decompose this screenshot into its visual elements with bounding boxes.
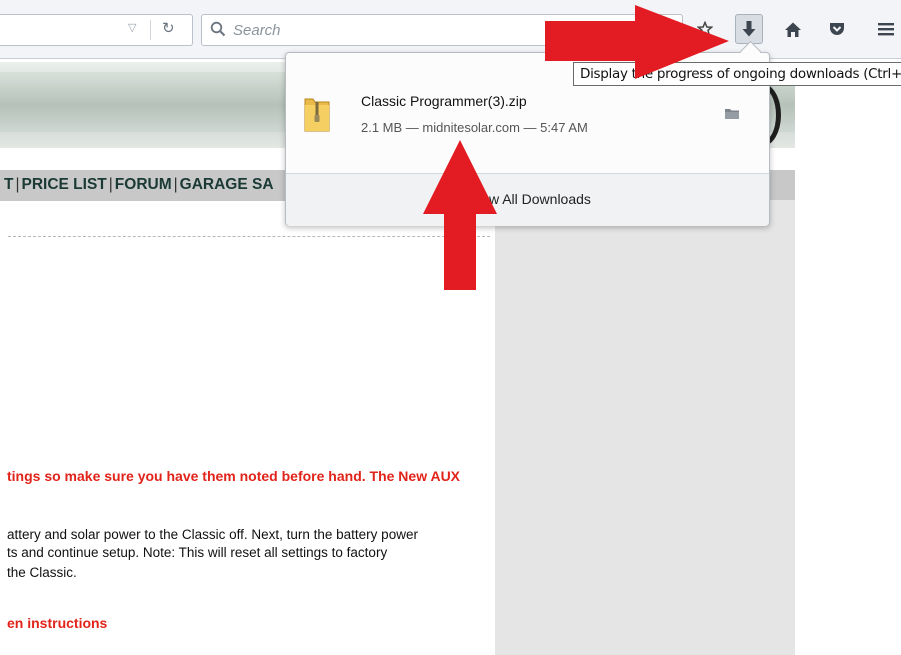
hamburger-menu-icon bbox=[878, 23, 894, 36]
nav-separator: | bbox=[173, 176, 178, 193]
zip-folder-icon bbox=[304, 98, 330, 132]
search-placeholder: Search bbox=[233, 22, 281, 39]
downloads-button[interactable] bbox=[735, 14, 763, 44]
site-nav-links: T | PRICE LIST | FORUM | GARAGE SA bbox=[4, 176, 274, 194]
nav-separator: | bbox=[15, 176, 20, 193]
annotation-arrow-right bbox=[545, 5, 729, 79]
annotation-arrow-up bbox=[423, 140, 497, 290]
pocket-button[interactable] bbox=[823, 14, 851, 44]
search-icon bbox=[210, 21, 226, 37]
reload-icon[interactable]: ↻ bbox=[162, 19, 175, 37]
instruction-line: ts and continue setup. Note: This will r… bbox=[7, 545, 388, 560]
nav-link-price-list[interactable]: PRICE LIST bbox=[22, 176, 107, 193]
instructions-heading[interactable]: en instructions bbox=[7, 615, 107, 631]
url-bar[interactable]: ▽ ↻ bbox=[0, 14, 193, 46]
show-all-downloads-label: Show All Downloads bbox=[464, 191, 591, 207]
url-bar-divider bbox=[150, 20, 151, 40]
home-icon bbox=[785, 22, 801, 37]
download-file-details: 2.1 MB — midnitesolar.com — 5:47 AM bbox=[361, 120, 588, 135]
nav-link-forum[interactable]: FORUM bbox=[115, 176, 172, 193]
instruction-line: attery and solar power to the Classic of… bbox=[7, 527, 418, 542]
pocket-icon bbox=[830, 23, 844, 35]
browser-toolbar: ▽ ↻ Search bbox=[0, 0, 901, 59]
page-sidebar bbox=[495, 200, 795, 655]
open-folder-icon[interactable] bbox=[724, 107, 740, 120]
warning-text: tings so make sure you have them noted b… bbox=[7, 468, 461, 484]
menu-button[interactable] bbox=[872, 14, 900, 44]
show-all-downloads-button[interactable]: Show All Downloads bbox=[286, 173, 769, 226]
nav-link-partial[interactable]: T bbox=[4, 176, 13, 193]
nav-separator: | bbox=[108, 176, 113, 193]
content-divider bbox=[8, 236, 490, 237]
instruction-line: the Classic. bbox=[7, 565, 77, 580]
nav-link-garage-sale[interactable]: GARAGE SA bbox=[180, 176, 274, 193]
history-dropdown-icon[interactable]: ▽ bbox=[128, 21, 136, 34]
home-button[interactable] bbox=[779, 14, 807, 44]
download-arrow-icon bbox=[742, 21, 756, 37]
download-file-name: Classic Programmer(3).zip bbox=[361, 93, 527, 109]
